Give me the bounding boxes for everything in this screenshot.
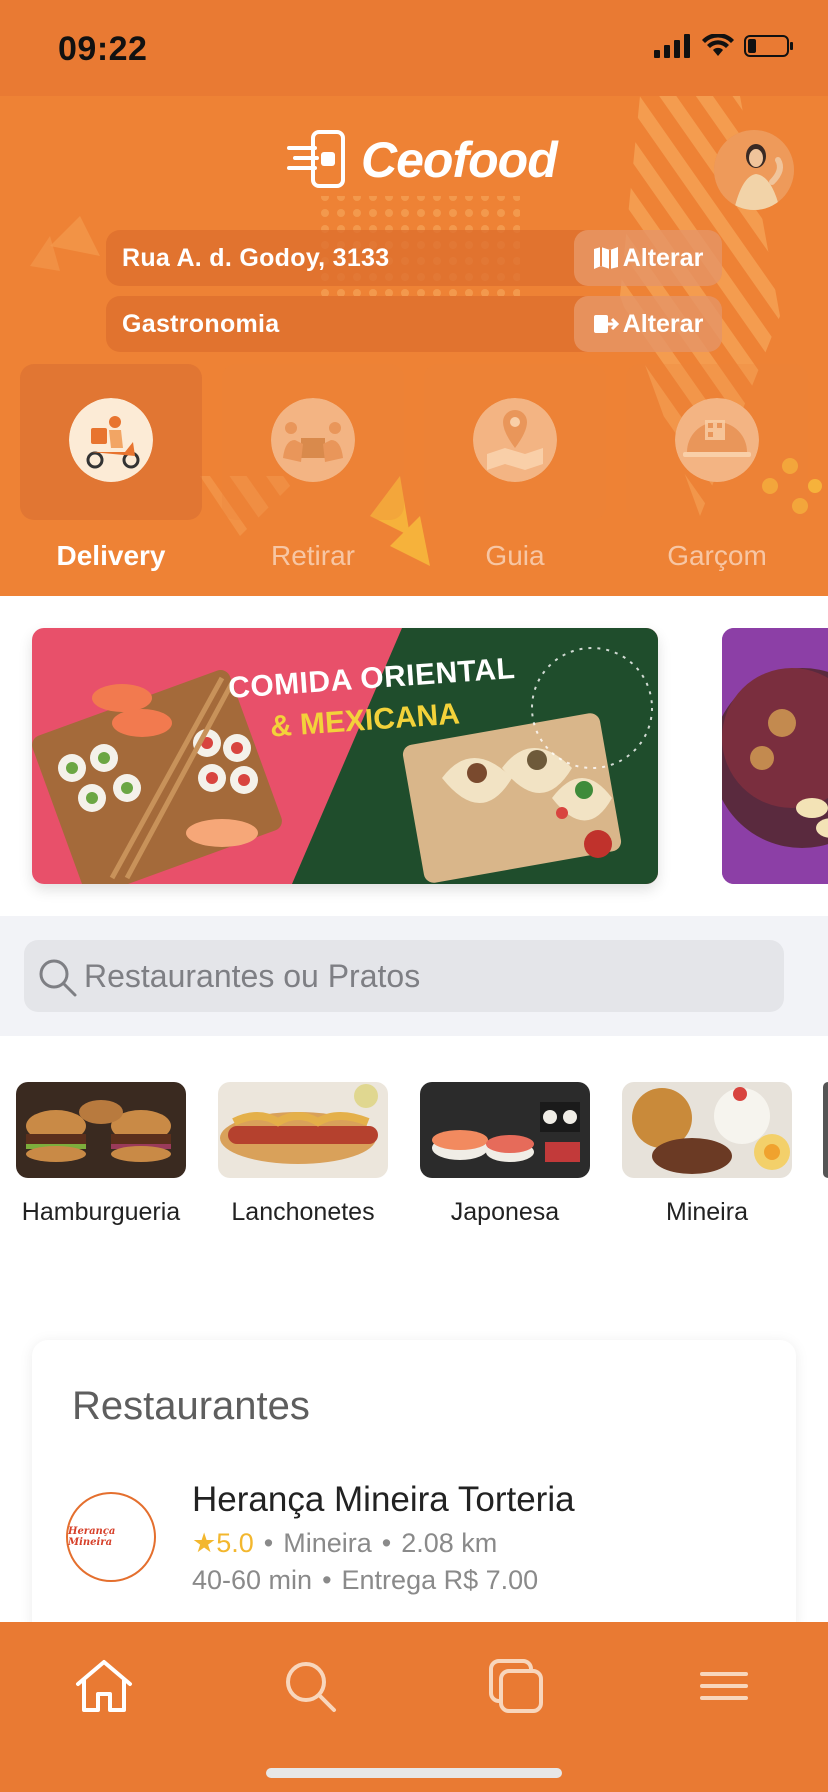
search-icon bbox=[286, 1662, 336, 1712]
category-label: Mineira bbox=[666, 1198, 748, 1226]
search-bar[interactable] bbox=[24, 940, 784, 1012]
mineira-dish-image bbox=[622, 1082, 792, 1178]
status-icons bbox=[654, 34, 794, 58]
category-japonesa[interactable]: Japonesa bbox=[420, 1082, 590, 1227]
change-address-button[interactable]: Alterar bbox=[574, 230, 722, 286]
category-image bbox=[218, 1082, 388, 1178]
mode-guia[interactable] bbox=[424, 364, 606, 520]
promo-banner-oriental-mexicana[interactable]: COMIDA ORIENTAL & MEXICANA bbox=[32, 628, 658, 884]
category-label: Lanchonetes bbox=[231, 1198, 375, 1226]
mode-delivery-label: Delivery bbox=[56, 540, 166, 571]
restaurant-meta: ★5.0 • Mineira • 2.08 km bbox=[192, 1528, 497, 1559]
battery-icon bbox=[744, 35, 793, 57]
category-row: Gastronomia Alterar bbox=[106, 296, 722, 352]
app-name: Ceofood bbox=[361, 132, 558, 188]
avatar[interactable] bbox=[714, 130, 794, 210]
star-icon: ★ bbox=[192, 1528, 217, 1558]
category-image bbox=[420, 1082, 590, 1178]
search-input[interactable] bbox=[84, 940, 764, 1012]
separator-dot: • bbox=[263, 1528, 274, 1558]
restaurant-name[interactable]: Herança Mineira Torteria bbox=[192, 1480, 575, 1520]
restaurant-logo: Herança Mineira bbox=[66, 1492, 156, 1582]
mode-retirar-label: Retirar bbox=[270, 540, 355, 571]
menu-icon bbox=[700, 1672, 748, 1700]
tab-home[interactable] bbox=[68, 1650, 140, 1722]
address-row: Rua A. d. Godoy, 3133 Alterar bbox=[106, 230, 722, 286]
category-image bbox=[16, 1082, 186, 1178]
restaurant-time: 40-60 min bbox=[192, 1565, 313, 1595]
category-text: Gastronomia bbox=[122, 310, 280, 338]
restaurant-delivery-fee: Entrega R$ 7.00 bbox=[341, 1565, 539, 1595]
pickup-box-icon bbox=[271, 398, 355, 482]
tab-orders[interactable] bbox=[480, 1650, 552, 1722]
separator-dot: • bbox=[381, 1528, 392, 1558]
hotdog-image bbox=[218, 1082, 388, 1178]
category-label: Japonesa bbox=[450, 1198, 560, 1226]
address-text: Rua A. d. Godoy, 3133 bbox=[122, 244, 390, 272]
restaurant-delivery-info: 40-60 min • Entrega R$ 7.00 bbox=[192, 1565, 538, 1596]
phone-logo-icon bbox=[287, 130, 345, 188]
change-category-button[interactable]: Alterar bbox=[574, 296, 722, 352]
status-bar: 09:22 bbox=[0, 0, 828, 96]
sushi-image bbox=[420, 1082, 590, 1178]
cloche-icon bbox=[675, 398, 759, 482]
mode-garcom-label: Garçom bbox=[667, 540, 767, 571]
home-icon bbox=[76, 1660, 132, 1712]
exit-icon bbox=[593, 315, 619, 333]
tab-search[interactable] bbox=[274, 1650, 346, 1722]
promo-carousel: COMIDA ORIENTAL & MEXICANA bbox=[0, 596, 828, 916]
user-avatar-icon bbox=[714, 130, 794, 210]
mode-guia-label: Guia bbox=[485, 540, 545, 571]
app-logo: Ceofood bbox=[285, 130, 558, 190]
signal-icon bbox=[654, 34, 690, 58]
status-time: 09:22 bbox=[58, 30, 148, 68]
category-label: Hamburgueria bbox=[21, 1198, 181, 1226]
home-indicator bbox=[266, 1768, 562, 1778]
tab-menu[interactable] bbox=[688, 1650, 760, 1722]
restaurants-card: Restaurantes Herança Mineira Herança Min… bbox=[32, 1340, 796, 1640]
banner-next-artwork bbox=[722, 628, 828, 884]
burger-image bbox=[16, 1082, 186, 1178]
category-hamburgueria[interactable]: Hamburgueria bbox=[16, 1082, 186, 1227]
promo-banner-next[interactable] bbox=[722, 628, 828, 884]
restaurant-logo-text: Herança Mineira bbox=[68, 1526, 116, 1548]
category-next-peek[interactable] bbox=[823, 1082, 828, 1178]
restaurant-rating: 5.0 bbox=[216, 1528, 254, 1558]
category-lanchonetes[interactable]: Lanchonetes bbox=[218, 1082, 388, 1227]
category-mineira[interactable]: Mineira bbox=[622, 1082, 792, 1227]
wifi-icon bbox=[702, 34, 734, 56]
mode-garcom[interactable] bbox=[626, 364, 808, 520]
map-icon bbox=[593, 247, 618, 269]
map-pin-icon bbox=[473, 398, 557, 482]
change-category-label: Alterar bbox=[622, 309, 704, 338]
change-address-label: Alterar bbox=[622, 243, 704, 272]
restaurant-distance: 2.08 km bbox=[401, 1528, 498, 1558]
search-icon bbox=[39, 959, 77, 997]
mode-delivery[interactable] bbox=[20, 364, 202, 520]
category-image bbox=[622, 1082, 792, 1178]
scooter-delivery-icon bbox=[69, 398, 153, 482]
separator-dot: • bbox=[322, 1565, 332, 1595]
restaurant-cuisine: Mineira bbox=[283, 1528, 372, 1558]
restaurants-title: Restaurantes bbox=[72, 1384, 310, 1428]
header: Ceofood Rua A. d. Godoy, 3133 Alterar Ga… bbox=[0, 96, 828, 596]
tab-bar bbox=[0, 1622, 828, 1792]
search-section bbox=[0, 916, 828, 1036]
mode-retirar[interactable] bbox=[222, 364, 404, 520]
orders-icon bbox=[489, 1659, 543, 1713]
